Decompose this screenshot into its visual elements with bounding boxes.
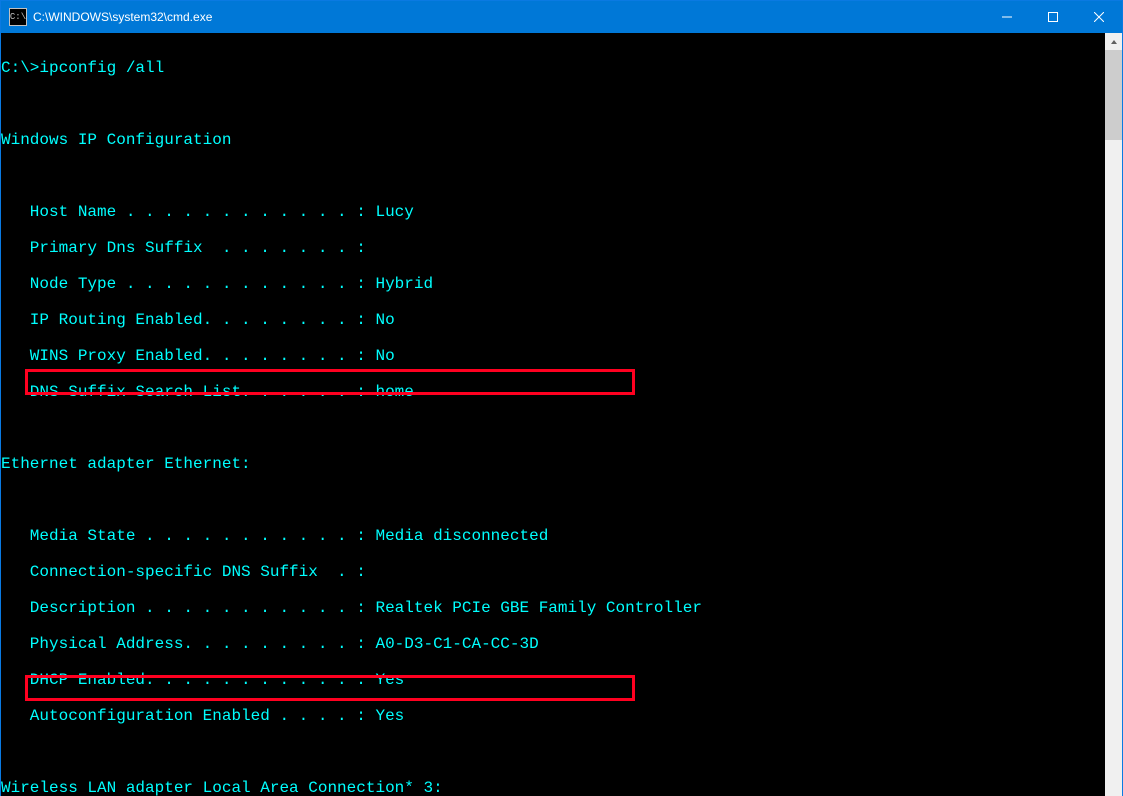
output-line: IP Routing Enabled. . . . . . . . : No bbox=[1, 311, 1105, 329]
scroll-track[interactable] bbox=[1105, 50, 1122, 796]
cmd-window: C:\ C:\WINDOWS\system32\cmd.exe C:\>ipco… bbox=[0, 0, 1123, 796]
terminal-output[interactable]: C:\>ipconfig /all Windows IP Configurati… bbox=[1, 33, 1105, 796]
output-line: DHCP Enabled. . . . . . . . . . . : Yes bbox=[1, 671, 1105, 689]
section-header: Ethernet adapter Ethernet: bbox=[1, 455, 1105, 473]
output-line: Autoconfiguration Enabled . . . . : Yes bbox=[1, 707, 1105, 725]
output-line: Description . . . . . . . . . . . : Real… bbox=[1, 599, 1105, 617]
cmd-icon: C:\ bbox=[9, 8, 27, 26]
scroll-thumb[interactable] bbox=[1105, 50, 1122, 140]
output-line: Primary Dns Suffix . . . . . . . : bbox=[1, 239, 1105, 257]
output-line: Node Type . . . . . . . . . . . . : Hybr… bbox=[1, 275, 1105, 293]
client-area: C:\>ipconfig /all Windows IP Configurati… bbox=[1, 33, 1122, 796]
prompt-line: C:\>ipconfig /all bbox=[1, 59, 1105, 77]
output-line: Host Name . . . . . . . . . . . . : Lucy bbox=[1, 203, 1105, 221]
output-line: DNS Suffix Search List. . . . . . : home bbox=[1, 383, 1105, 401]
output-line: WINS Proxy Enabled. . . . . . . . : No bbox=[1, 347, 1105, 365]
minimize-button[interactable] bbox=[984, 1, 1030, 33]
titlebar[interactable]: C:\ C:\WINDOWS\system32\cmd.exe bbox=[1, 1, 1122, 33]
output-line: Connection-specific DNS Suffix . : bbox=[1, 563, 1105, 581]
section-header: Wireless LAN adapter Local Area Connecti… bbox=[1, 779, 1105, 796]
scroll-up-button[interactable] bbox=[1105, 33, 1122, 50]
vertical-scrollbar[interactable] bbox=[1105, 33, 1122, 796]
maximize-button[interactable] bbox=[1030, 1, 1076, 33]
output-line: Physical Address. . . . . . . . . : A0-D… bbox=[1, 635, 1105, 653]
close-button[interactable] bbox=[1076, 1, 1122, 33]
section-header: Windows IP Configuration bbox=[1, 131, 1105, 149]
output-line: Media State . . . . . . . . . . . : Medi… bbox=[1, 527, 1105, 545]
window-title: C:\WINDOWS\system32\cmd.exe bbox=[33, 10, 212, 24]
